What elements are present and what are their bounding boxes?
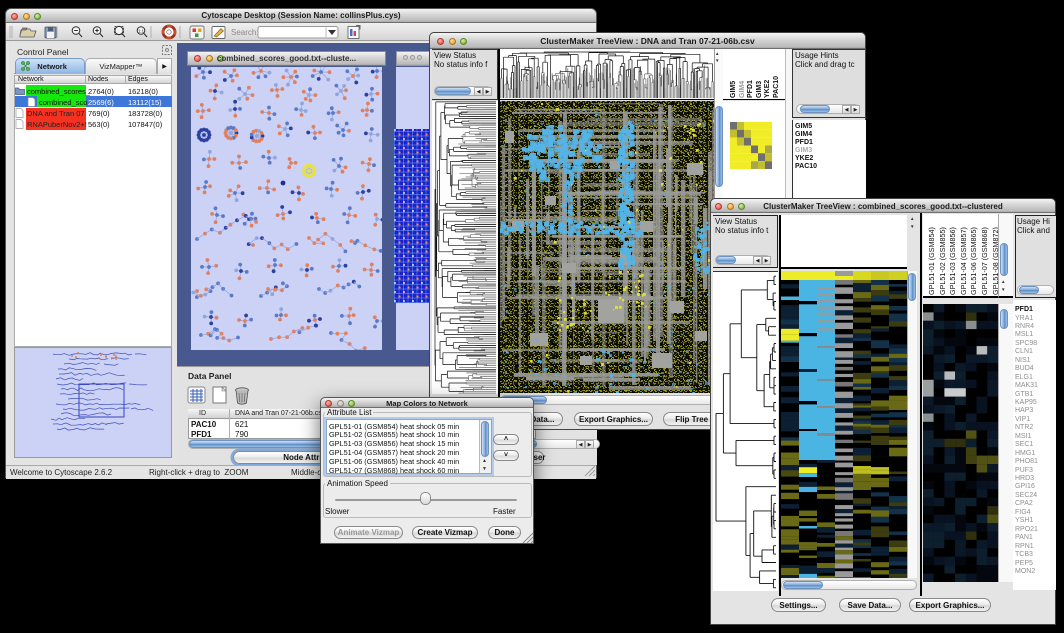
svg-text:1:1: 1:1 — [138, 28, 144, 33]
svg-text:Search:: Search: — [231, 28, 259, 37]
